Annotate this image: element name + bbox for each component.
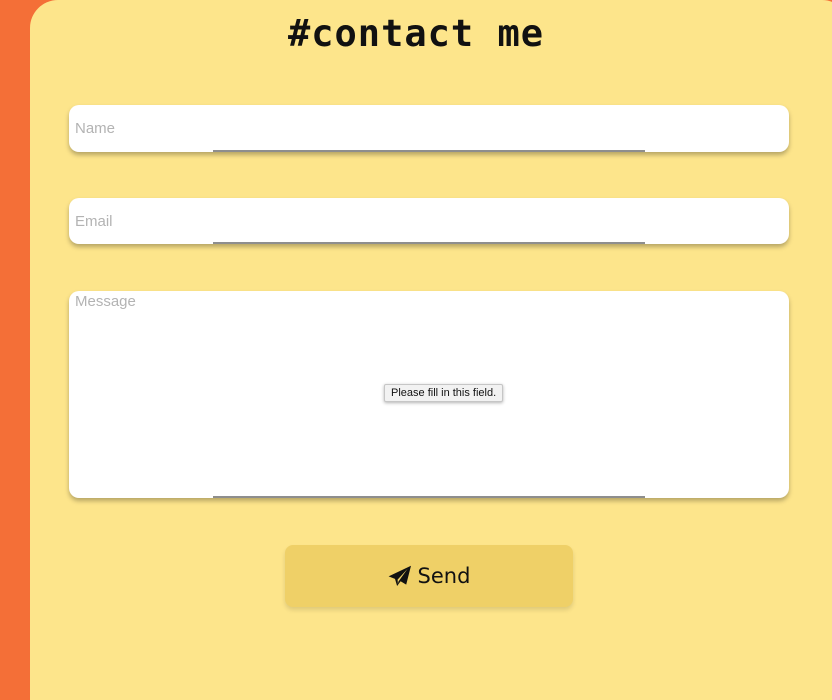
send-label: Send (417, 564, 471, 588)
email-input[interactable] (69, 198, 789, 244)
page-title: #contact me (287, 12, 545, 55)
name-input[interactable] (69, 105, 789, 152)
name-underline (213, 150, 645, 152)
validation-tooltip: Please fill in this field. (384, 384, 504, 402)
paper-plane-icon (388, 565, 412, 587)
send-button[interactable]: Send (285, 545, 573, 607)
email-underline (213, 242, 645, 244)
message-underline (213, 496, 645, 498)
